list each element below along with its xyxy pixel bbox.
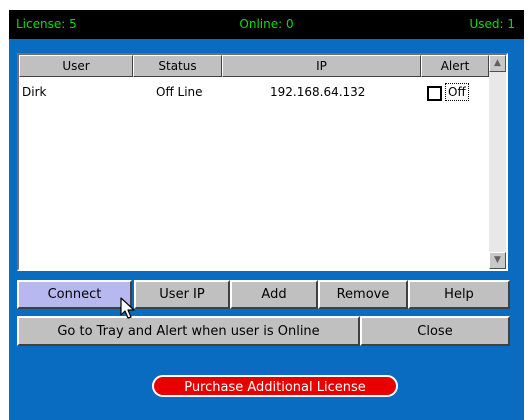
purchase-license-button[interactable]: Purchase Additional License	[152, 375, 398, 397]
row-user: Dirk	[22, 85, 47, 99]
user-list[interactable]: User Status IP Alert Dirk Off Line 192.1…	[17, 53, 508, 271]
column-header-alert[interactable]: Alert	[421, 55, 489, 77]
vertical-scrollbar[interactable]: ▲ ▼	[489, 55, 506, 269]
column-header-ip[interactable]: IP	[222, 55, 421, 77]
remove-button[interactable]: Remove	[318, 280, 408, 309]
online-count: Online: 0	[239, 17, 294, 31]
status-bar: License: 5 Online: 0 Used: 1	[9, 10, 524, 39]
close-button[interactable]: Close	[360, 316, 510, 346]
row-ip: 192.168.64.132	[270, 85, 366, 99]
user-ip-button[interactable]: User IP	[134, 280, 230, 309]
row-status: Off Line	[156, 85, 203, 99]
column-header-status[interactable]: Status	[133, 55, 222, 77]
help-button[interactable]: Help	[408, 280, 510, 309]
list-header: User Status IP Alert	[19, 55, 489, 77]
column-header-user[interactable]: User	[19, 55, 133, 77]
scroll-up-button[interactable]: ▲	[489, 55, 506, 72]
main-panel: License: 5 Online: 0 Used: 1 User Status…	[9, 10, 524, 420]
mouse-pointer-icon	[120, 297, 135, 319]
row-alert-value: Off	[445, 83, 469, 101]
add-button[interactable]: Add	[230, 280, 318, 309]
table-row[interactable]: Dirk Off Line 192.168.64.132 Off	[19, 81, 489, 103]
scroll-down-button[interactable]: ▼	[489, 252, 506, 269]
tray-alert-button[interactable]: Go to Tray and Alert when user is Online	[17, 316, 360, 346]
used-count: Used: 1	[469, 17, 515, 31]
connect-button[interactable]: Connect	[17, 280, 132, 309]
alert-checkbox[interactable]	[427, 86, 442, 101]
